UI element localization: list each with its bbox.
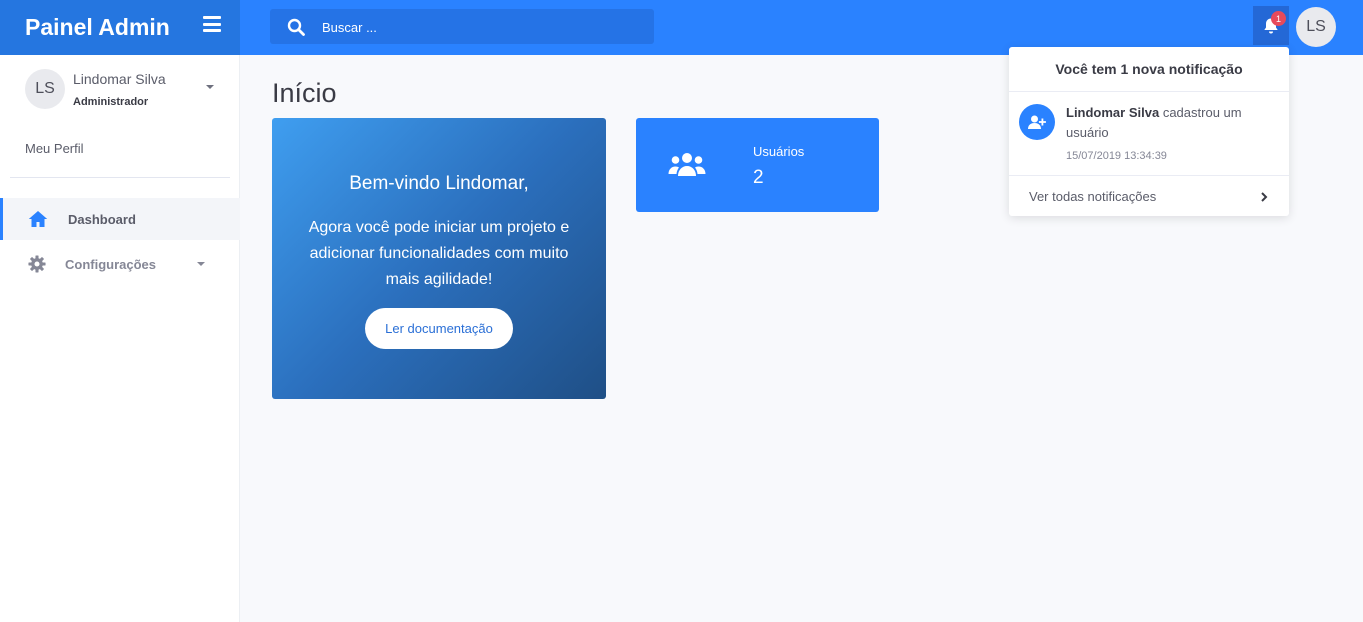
welcome-card: Bem-vindo Lindomar, Agora você pode inic… (272, 118, 606, 399)
notifications-dropdown: Você tem 1 nova notificação Lindomar Sil… (1009, 47, 1289, 216)
users-icon (668, 153, 706, 176)
sidebar-user-name: Lindomar Silva (73, 71, 166, 87)
sidebar-item-label: Configurações (65, 256, 157, 272)
user-plus-icon (1019, 104, 1055, 140)
search-input[interactable] (322, 17, 642, 37)
welcome-title: Bem-vindo Lindomar, (349, 173, 529, 194)
notifications-header: Você tem 1 nova notificação (1009, 47, 1289, 92)
gear-icon (28, 255, 46, 273)
sidebar-item-dashboard[interactable]: Dashboard (0, 198, 240, 240)
see-all-notifications-label: Ver todas notificações (1029, 188, 1157, 204)
see-all-notifications-link[interactable]: Ver todas notificações (1009, 176, 1289, 216)
chevron-right-icon (1261, 192, 1268, 202)
sidebar-item-configuracoes[interactable]: Configurações (0, 243, 240, 285)
notification-text: Lindomar Silva cadastrou um usuário (1066, 103, 1281, 143)
notifications-button[interactable]: 1 (1253, 6, 1289, 45)
notification-time: 15/07/2019 13:34:39 (1066, 150, 1167, 162)
notification-badge: 1 (1271, 11, 1286, 26)
sidebar-divider (10, 177, 230, 178)
profile-link[interactable]: Meu Perfil (25, 141, 84, 156)
search-box[interactable] (270, 9, 654, 44)
notification-user: Lindomar Silva (1066, 105, 1160, 120)
read-docs-button[interactable]: Ler documentação (365, 308, 513, 349)
sidebar-user-role: Administrador (73, 96, 149, 108)
sidebar-item-label: Dashboard (68, 211, 136, 227)
brand-bar: Painel Admin (0, 0, 240, 55)
user-avatar[interactable]: LS (1296, 7, 1336, 47)
sidebar: LS Lindomar Silva Administrador Meu Perf… (0, 55, 240, 622)
stat-value: 2 (753, 167, 764, 188)
brand-title: Painel Admin (25, 14, 170, 40)
notification-item[interactable]: Lindomar Silva cadastrou um usuário 15/0… (1009, 92, 1289, 176)
page-title: Início (272, 78, 337, 108)
users-stat-card[interactable]: Usuários 2 (636, 118, 879, 212)
stat-label: Usuários (753, 144, 805, 159)
menu-toggle-icon[interactable] (203, 16, 221, 32)
sidebar-avatar: LS (25, 69, 65, 109)
caret-down-icon[interactable] (206, 85, 214, 89)
welcome-text: Agora você pode iniciar um projeto e adi… (308, 219, 570, 288)
home-icon (28, 211, 48, 227)
caret-down-icon (197, 262, 205, 266)
search-icon (287, 18, 305, 36)
